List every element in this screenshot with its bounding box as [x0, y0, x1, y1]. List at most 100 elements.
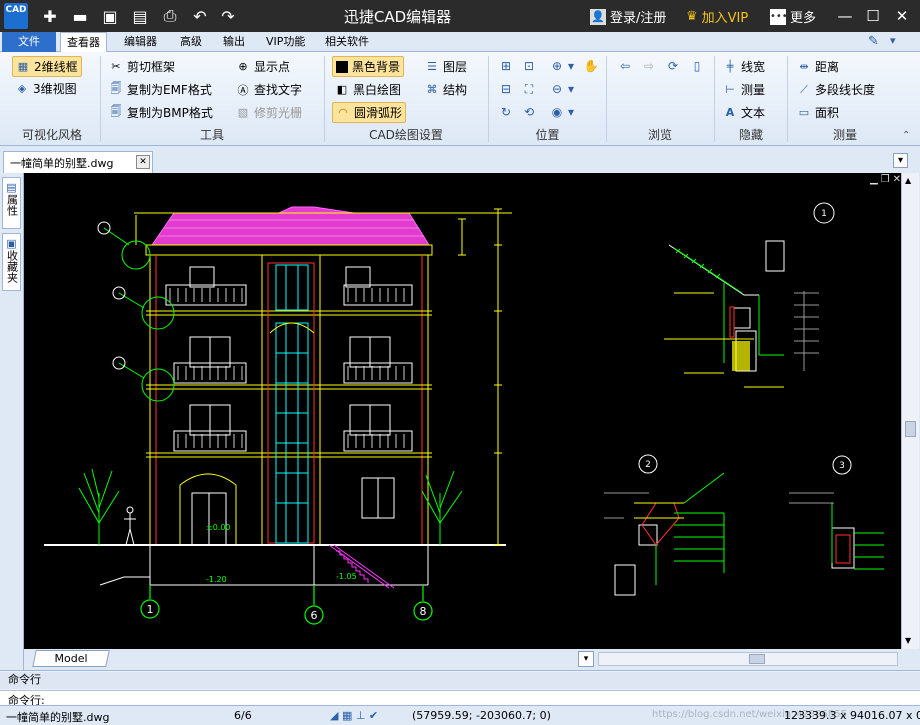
- separator: [488, 56, 489, 142]
- distance-button[interactable]: ⇹ 距离: [794, 56, 842, 77]
- hscroll-thumb[interactable]: [749, 654, 765, 664]
- bw-drawing-button[interactable]: ◧ 黑白绘图: [332, 79, 404, 100]
- vip-button[interactable]: ♛ 加入VIP: [686, 7, 748, 26]
- show-points-button[interactable]: ⊕ 显示点: [233, 56, 293, 77]
- wireframe-icon: ▦: [17, 60, 29, 73]
- bw-icon: ◧: [336, 83, 348, 96]
- axis-label-6: 6: [311, 609, 318, 622]
- menu-related[interactable]: 相关软件: [319, 32, 375, 52]
- back-arrow-icon[interactable]: ⇦: [616, 57, 634, 75]
- collapse-ribbon-icon[interactable]: ⌃: [902, 130, 910, 141]
- horizontal-scrollbar[interactable]: [598, 652, 898, 666]
- measure-toggle-button[interactable]: ⊢ 测量: [720, 79, 768, 100]
- crown-icon: ♛: [686, 9, 698, 24]
- view-dropdown-icon[interactable]: ▾: [562, 103, 580, 121]
- login-button[interactable]: 👤 登录/注册: [590, 7, 666, 26]
- zoom-prev-icon[interactable]: ⊟: [497, 80, 515, 98]
- document-tab[interactable]: 一幢简单的别墅.dwg ✕: [3, 151, 153, 173]
- elevation-label-b: -1.05: [336, 572, 357, 581]
- smooth-arc-button[interactable]: ◠ 圆滑弧形: [332, 102, 407, 123]
- status-coordinates: (57959.59; -203060.7; 0): [412, 709, 551, 722]
- text-toggle-label: 文本: [741, 106, 766, 120]
- line-width-label: 线宽: [741, 60, 766, 74]
- drawing-canvas[interactable]: 1 6 8 -1.20 -1.05 ±0.00 1 2 3: [24, 173, 901, 649]
- black-background-button[interactable]: 黑色背景: [332, 56, 405, 77]
- favorites-tab[interactable]: ▣ 收藏夹: [2, 233, 21, 291]
- raster-icon: ▧: [237, 106, 249, 119]
- vip-label: 加入VIP: [701, 11, 749, 26]
- menu-file[interactable]: 文件: [2, 32, 56, 52]
- measure-toggle-label: 测量: [741, 83, 766, 97]
- menu-editor[interactable]: 编辑器: [118, 32, 163, 52]
- minimize-icon[interactable]: —: [832, 4, 858, 28]
- canvas-restore-icon[interactable]: ❐: [881, 174, 890, 186]
- layers-icon: ☰: [427, 60, 437, 73]
- pan-hand-icon[interactable]: ✋: [582, 57, 600, 75]
- menu-advanced[interactable]: 高级: [174, 32, 208, 52]
- edit-note-icon[interactable]: ✎: [868, 34, 879, 49]
- zoom-extents-icon[interactable]: ⛶: [520, 80, 538, 98]
- scroll-thumb[interactable]: [905, 421, 916, 437]
- group-hide: 隐藏: [738, 128, 763, 142]
- snap-toggle-icons[interactable]: ◢ ▦ ⊥ ✔: [330, 709, 378, 722]
- copy-bmp-button[interactable]: 🗐 复制为BMP格式: [106, 102, 216, 123]
- refresh-icon[interactable]: ⟳: [664, 57, 682, 75]
- ribbon: ▦ 2维线框 ◈ 3维视图 可视化风格 ✂ 剪切框架 🗐 复制为EMF格式 🗐 复制为BM…: [0, 52, 920, 146]
- canvas-window-controls: ▁ ❐ ✕: [846, 174, 901, 186]
- dropdown-icon[interactable]: ▾: [890, 34, 896, 47]
- vertical-scrollbar[interactable]: ▲ ▼: [901, 173, 919, 649]
- close-icon[interactable]: ✕: [889, 4, 915, 28]
- trim-raster-button[interactable]: ▧ 修剪光栅: [233, 102, 305, 123]
- scroll-up-icon[interactable]: ▲: [905, 176, 911, 185]
- user-icon: 👤: [590, 8, 606, 25]
- area-button[interactable]: ▭ 面积: [794, 102, 842, 123]
- elevation-label-a: -1.20: [206, 575, 227, 584]
- maximize-icon[interactable]: ☐: [860, 4, 886, 28]
- tabs-dropdown-icon[interactable]: ▾: [893, 153, 908, 168]
- clip-frame-button[interactable]: ✂ 剪切框架: [106, 56, 178, 77]
- status-bar: 一幢简单的别墅.dwg 6/6 ◢ ▦ ⊥ ✔ (57959.59; -2030…: [0, 705, 920, 725]
- forward-arrow-icon[interactable]: ⇨: [640, 57, 658, 75]
- zoom-out-dropdown-icon[interactable]: ▾: [562, 80, 580, 98]
- zoom-dropdown-icon[interactable]: ▾: [562, 57, 580, 75]
- status-drawing-size: 123339.3 x 94016.07 x 0: [784, 709, 920, 722]
- text-toggle-button[interactable]: A 文本: [720, 102, 768, 123]
- orbit-icon[interactable]: ⟲: [520, 103, 538, 121]
- more-label: 更多: [790, 11, 817, 26]
- zoom-region-icon[interactable]: ⊡: [520, 57, 538, 75]
- group-tools: 工具: [199, 128, 224, 142]
- view-3d-label: 3维视图: [33, 82, 77, 96]
- canvas-minimize-icon[interactable]: ▁: [870, 174, 878, 186]
- copy-emf-button[interactable]: 🗐 复制为EMF格式: [106, 79, 215, 100]
- more-icon: •••: [770, 8, 788, 25]
- page-icon[interactable]: ▯: [688, 57, 706, 75]
- scroll-down-icon[interactable]: ▼: [905, 636, 911, 645]
- group-measure: 测量: [832, 128, 857, 142]
- tab-close-icon[interactable]: ✕: [136, 155, 150, 169]
- layout-dropdown-icon[interactable]: ▾: [578, 651, 594, 667]
- elevation-label-c: ±0.00: [206, 523, 231, 532]
- status-page: 6/6: [234, 709, 252, 722]
- polyline-length-button[interactable]: ⟋ 多段线长度: [794, 79, 878, 100]
- zoom-window-icon[interactable]: ⊞: [497, 57, 515, 75]
- rotate-3d-icon[interactable]: ↻: [497, 103, 515, 121]
- canvas-close-icon[interactable]: ✕: [893, 174, 901, 186]
- structure-button[interactable]: ⌘ 结构: [422, 79, 470, 100]
- structure-label: 结构: [443, 83, 468, 97]
- line-width-button[interactable]: ╪ 线宽: [720, 56, 768, 77]
- more-button[interactable]: ••• 更多: [770, 7, 816, 26]
- structure-icon: ⌘: [426, 83, 438, 96]
- menu-output[interactable]: 输出: [217, 32, 251, 52]
- find-text-button[interactable]: Ⓐ 查找文字: [233, 79, 305, 100]
- menu-viewer[interactable]: 查看器: [60, 32, 107, 52]
- black-bg-icon: [336, 60, 348, 73]
- menu-vip[interactable]: VIP功能: [260, 32, 311, 52]
- axis-label-1: 1: [147, 603, 154, 616]
- view-3d-button[interactable]: ◈ 3维视图: [12, 78, 80, 99]
- layers-button[interactable]: ☰ 图层: [422, 56, 470, 77]
- text-icon: A: [725, 106, 735, 119]
- model-tab[interactable]: Model: [32, 650, 110, 667]
- detail-label-1: 1: [821, 209, 827, 219]
- wireframe-2d-button[interactable]: ▦ 2维线框: [12, 56, 82, 77]
- properties-tab[interactable]: ▤ 属性: [2, 177, 21, 229]
